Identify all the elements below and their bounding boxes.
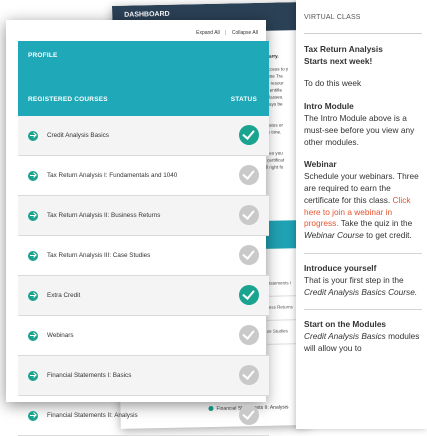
- intro-heading: Intro Module: [304, 101, 354, 112]
- webinar-desc3: to get credit.: [366, 230, 412, 241]
- course-row[interactable]: Tax Return Analysis II: Business Returns: [18, 196, 269, 236]
- checkmark-circle-icon: [239, 405, 259, 425]
- webinar-desc2: Take the quiz in the: [340, 218, 413, 229]
- course-name: Tax Return Analysis II: Business Returns: [47, 212, 161, 219]
- intro-text: The Intro Module above is a must-see bef…: [304, 112, 415, 147]
- course-name: Tax Return Analysis III: Case Studies: [47, 252, 151, 259]
- title-line: Tax Return Analysis: [304, 43, 383, 54]
- arrow-right-circle-icon: [28, 210, 38, 221]
- arrow-right-circle-icon: [28, 330, 38, 341]
- course-row[interactable]: Financial Statements II: Analysis: [18, 396, 269, 436]
- arrow-right-circle-icon: [28, 370, 38, 381]
- checkmark-circle-icon: [239, 165, 259, 185]
- virtual-class-header: VIRTUAL CLASS: [304, 12, 422, 34]
- checkmark-circle-icon: [239, 245, 259, 265]
- course-row[interactable]: Extra Credit: [18, 276, 269, 316]
- checkmark-circle-icon: [239, 205, 259, 225]
- course-row[interactable]: Credit Analysis Basics: [18, 116, 269, 156]
- virtual-class-panel: VIRTUAL CLASS Tax Return Analysis Starts…: [296, 0, 427, 429]
- modules-text: Credit Analysis Basics modules will allo…: [304, 331, 427, 355]
- webinar-course-name: Webinar Course: [304, 230, 364, 241]
- arrow-right-circle-icon: [28, 170, 38, 181]
- course-row[interactable]: Financial Statements I: Basics: [18, 356, 269, 396]
- expand-collapse-bar: Expand All | Collapse All: [6, 20, 266, 36]
- checkmark-circle-icon: [239, 125, 259, 145]
- divider: [304, 252, 422, 254]
- profile-link[interactable]: PROFILE: [28, 52, 58, 59]
- course-name: Tax Return Analysis I: Fundamentals and …: [47, 172, 178, 179]
- course-name: Extra Credit: [47, 292, 81, 299]
- arrow-right-circle-icon: [28, 130, 38, 141]
- course-name: Webinars: [47, 332, 74, 339]
- arrow-right-circle-icon: [28, 250, 38, 261]
- webinar-text: Schedule your webinars. Three are requir…: [304, 171, 427, 242]
- introduce-text: That is your first step in the Credit An…: [304, 275, 427, 299]
- course-row[interactable]: Tax Return Analysis I: Fundamentals and …: [18, 156, 269, 196]
- modules-course-name: Credit Analysis Basics: [304, 331, 386, 342]
- virtual-class-title: Tax Return Analysis Starts next week!: [304, 44, 427, 68]
- collapse-all-link[interactable]: Collapse All: [232, 30, 258, 36]
- course-name: Financial Statements I: Basics: [47, 372, 132, 379]
- checkmark-circle-icon: [239, 365, 259, 385]
- webinar-heading: Webinar: [304, 159, 337, 170]
- introduce-desc: That is your first step in the: [304, 274, 404, 285]
- introduce-course-name: Credit Analysis Basics Course.: [304, 286, 418, 297]
- checkmark-circle-icon: [239, 285, 259, 305]
- course-list: Credit Analysis Basics Tax Return Analys…: [18, 116, 269, 436]
- introduce-heading: Introduce yourself: [304, 262, 377, 273]
- arrow-right-circle-icon: [28, 410, 38, 421]
- expand-all-link[interactable]: Expand All: [196, 30, 220, 36]
- arrow-right-circle-icon: [28, 290, 38, 301]
- registered-courses-header: REGISTERED COURSES: [28, 96, 108, 103]
- course-name: Credit Analysis Basics: [47, 132, 109, 139]
- course-name: Financial Statements II: Analysis: [47, 412, 138, 419]
- courses-card: Expand All | Collapse All PROFILE REGIST…: [6, 20, 269, 436]
- title-line: Starts next week!: [304, 55, 373, 66]
- modules-heading: Start on the Modules: [304, 319, 387, 330]
- status-header: STATUS: [230, 96, 257, 103]
- profile-banner: PROFILE REGISTERED COURSES STATUS: [18, 41, 269, 116]
- course-row[interactable]: Webinars: [18, 316, 269, 356]
- separator: |: [225, 30, 227, 36]
- divider: [304, 309, 422, 311]
- checkmark-circle-icon: [239, 325, 259, 345]
- course-row[interactable]: Tax Return Analysis III: Case Studies: [18, 236, 269, 276]
- todo-heading: To do this week: [304, 78, 362, 89]
